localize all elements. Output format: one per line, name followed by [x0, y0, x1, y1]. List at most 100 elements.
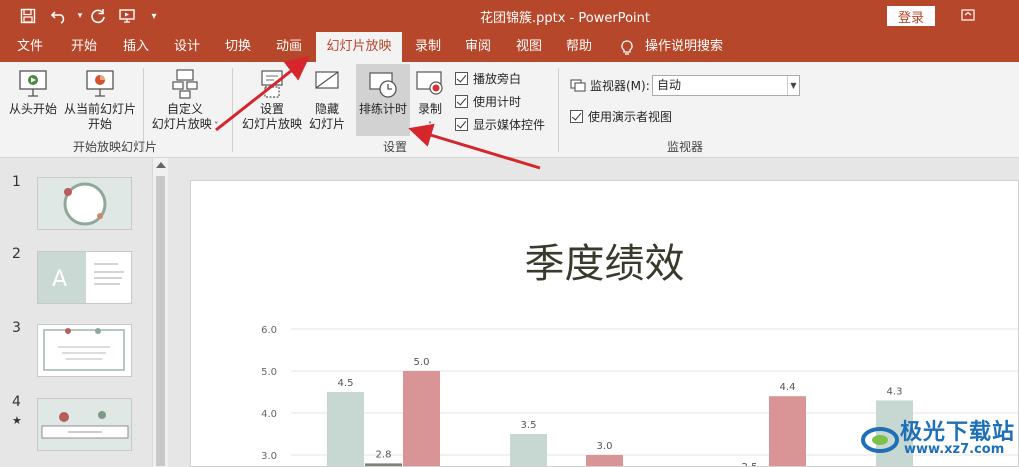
slide-thumbnail-2[interactable]: A	[37, 251, 132, 304]
slide-thumbnail-4[interactable]	[37, 398, 132, 451]
chevron-down-icon: ▼	[787, 76, 799, 95]
setup-label-1: 设置	[259, 102, 284, 116]
rehearse-timings-button[interactable]: 排练计时	[356, 64, 410, 136]
from-beginning-label: 从头开始	[8, 102, 57, 116]
tab-view[interactable]: 视图	[507, 32, 551, 62]
presenter-view-label: 使用演示者视图	[588, 110, 673, 124]
tab-slide-show[interactable]: 幻灯片放映	[316, 32, 402, 63]
slide-thumbnail-1[interactable]	[37, 177, 132, 230]
tab-review[interactable]: 审阅	[456, 32, 500, 62]
slide-thumbnail-3[interactable]	[37, 324, 132, 377]
hide-label-2: 幻灯片	[308, 117, 345, 131]
setup-show-icon	[261, 70, 283, 98]
slide-thumbnail-panel: 1 2 A 3 4 ★	[0, 158, 170, 467]
hide-label-1: 隐藏	[314, 102, 339, 116]
lightbulb-icon	[621, 40, 633, 55]
tab-animations[interactable]: 动画	[267, 32, 311, 62]
group-label-setup: 设置	[382, 140, 407, 154]
from-current-slide-button[interactable]: 从当前幻灯片 开始	[62, 68, 138, 132]
projector-chart-icon	[86, 70, 114, 97]
watermark-url: www.xz7.com	[904, 442, 1005, 457]
show-media-controls-checkbox[interactable]: 显示媒体控件	[455, 116, 545, 133]
tab-help[interactable]: 帮助	[557, 32, 601, 62]
rehearse-label: 排练计时	[358, 102, 407, 116]
presenter-view-checkbox[interactable]: 使用演示者视图	[570, 108, 672, 125]
slide-number: 2	[12, 246, 21, 262]
custom-slide-show-button[interactable]: 自定义 幻灯片放映 ˅	[146, 68, 224, 133]
setup-slide-show-button[interactable]: 设置 幻灯片放映	[240, 68, 304, 132]
monitor-label: 监视器(M):	[590, 79, 650, 93]
tab-file[interactable]: 文件	[8, 32, 52, 62]
slide-4-preview	[41, 411, 129, 439]
setup-label-2: 幻灯片放映	[241, 117, 302, 131]
hide-slide-button[interactable]: 隐藏 幻灯片	[304, 68, 350, 132]
data-label: 2.5	[742, 462, 758, 467]
ribbon-display-options-icon[interactable]	[958, 5, 978, 25]
present-from-start-icon[interactable]	[116, 4, 140, 28]
use-timings-checkbox[interactable]: 使用计时	[455, 93, 521, 110]
y-tick-label: 4.0	[261, 409, 277, 420]
title-bar: ▾ ▾ 花团锦簇.pptx - PowerPoint 登录	[0, 0, 1019, 32]
watermark-swirl-icon	[861, 427, 899, 453]
custom-label-1: 自定义	[166, 102, 203, 116]
slide-number: 3	[12, 320, 21, 336]
chart-bar[interactable]	[510, 434, 547, 467]
tab-design[interactable]: 设计	[165, 32, 209, 62]
record-label: 录制	[417, 102, 442, 116]
data-label: 2.8	[376, 449, 392, 460]
monitor-select[interactable]: 自动 ▼	[652, 75, 800, 96]
group-label-monitors: 监视器	[666, 140, 703, 154]
chart-bar[interactable]	[327, 392, 364, 467]
y-tick-label: 6.0	[261, 325, 277, 336]
record-button[interactable]: 录制 ˅	[412, 68, 448, 133]
record-icon	[416, 71, 443, 95]
from-beginning-button[interactable]: 从头开始	[4, 68, 62, 117]
data-label: 3.5	[521, 420, 537, 431]
chart-bar[interactable]	[586, 455, 623, 467]
separator	[558, 68, 559, 152]
tab-record[interactable]: 录制	[406, 32, 450, 62]
document-title: 花团锦簇.pptx - PowerPoint	[480, 11, 650, 26]
chart-bar[interactable]	[365, 463, 402, 467]
play-narrations-checkbox[interactable]: 播放旁白	[455, 70, 521, 87]
svg-text:A: A	[52, 267, 67, 292]
data-label: 3.0	[597, 441, 613, 452]
hide-slide-icon	[315, 71, 339, 89]
separator	[232, 68, 233, 152]
tab-insert[interactable]: 插入	[114, 32, 158, 62]
use-timings-label: 使用计时	[473, 95, 522, 109]
tab-home[interactable]: 开始	[62, 32, 106, 62]
from-current-label-2: 开始	[87, 117, 112, 131]
y-tick-label: 5.0	[261, 367, 277, 378]
save-icon[interactable]	[16, 4, 40, 28]
custom-show-icon	[172, 69, 198, 99]
wreath-image	[63, 182, 107, 226]
redo-icon[interactable]	[86, 4, 110, 28]
monitor-select-value: 自动	[657, 78, 682, 92]
scrollbar-thumb[interactable]	[156, 176, 165, 466]
data-label: 5.0	[414, 357, 430, 368]
data-label: 4.4	[780, 382, 796, 393]
slide-number: 4	[12, 394, 21, 410]
tell-me-search[interactable]: 操作说明搜索	[642, 32, 726, 62]
tab-transitions[interactable]: 切换	[216, 32, 260, 62]
monitor-icon	[570, 78, 586, 92]
show-media-controls-label: 显示媒体控件	[473, 118, 546, 132]
play-narrations-label: 播放旁白	[473, 72, 522, 86]
chart-bar[interactable]	[403, 371, 440, 467]
slide-number: 1	[12, 174, 21, 190]
customize-toolbar-icon[interactable]: ▾	[142, 4, 166, 28]
ribbon: 从头开始 从当前幻灯片 开始 自定义 幻灯片放映 ˅ 开始放映幻灯片 设置 幻灯…	[0, 62, 1019, 158]
thumbnail-scrollbar[interactable]	[152, 158, 168, 467]
group-label-start: 开始放映幻灯片	[72, 140, 157, 154]
powerpoint-window: ▾ ▾ 花团锦簇.pptx - PowerPoint 登录 文件 开始 插入 设…	[0, 0, 1019, 467]
monitor-label-row: 监视器(M):	[570, 77, 650, 94]
scroll-up-icon[interactable]	[156, 162, 166, 168]
from-current-label-1: 从当前幻灯片	[63, 102, 136, 116]
chart-bar[interactable]	[769, 396, 806, 467]
projector-screen-icon	[19, 70, 47, 97]
login-button[interactable]: 登录	[887, 6, 935, 26]
y-tick-label: 3.0	[261, 451, 277, 462]
watermark-logo: 极光下载站 www.xz7.com	[860, 412, 1015, 464]
ribbon-tabs: 文件 开始 插入 设计 切换 动画 幻灯片放映 录制 审阅 视图 帮助 操作说明…	[0, 32, 1019, 63]
